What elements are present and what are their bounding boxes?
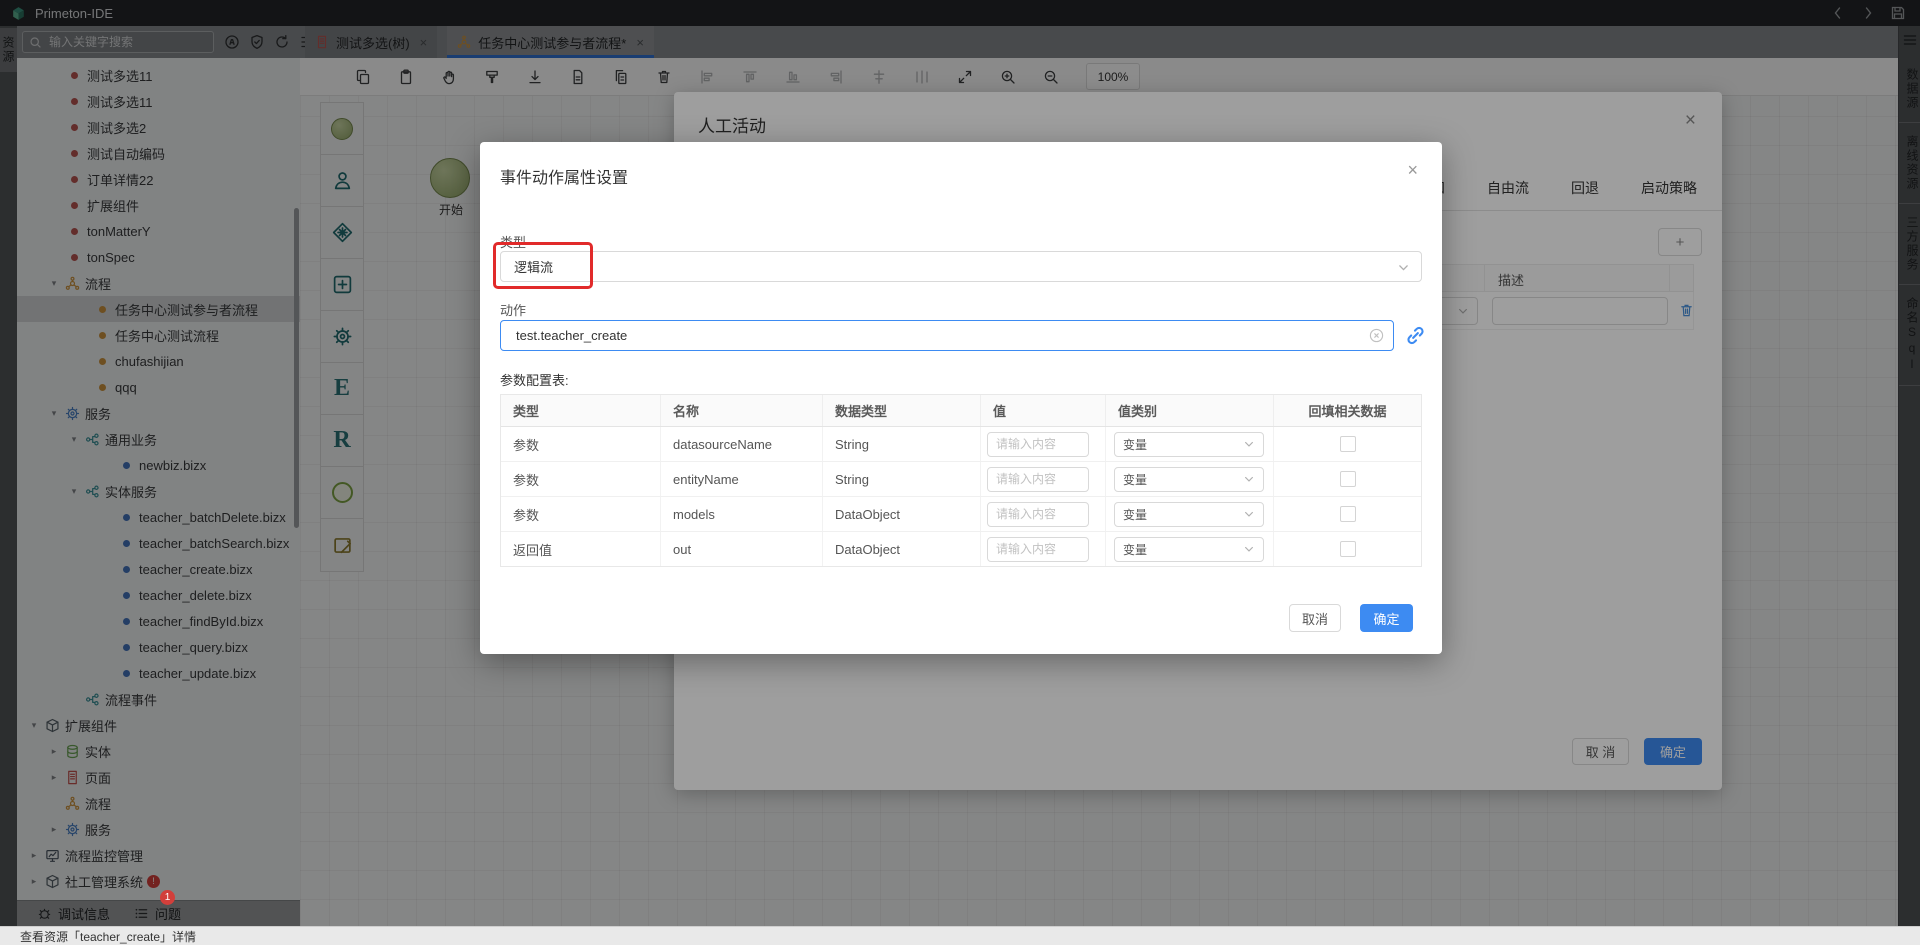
param-table-row: 参数modelsDataObject 变量 xyxy=(501,497,1421,532)
value-kind-value: 变量 xyxy=(1123,541,1147,558)
dialog-tabs: 通知自由流回退启动策略 xyxy=(1417,178,1697,198)
dialog-cancel-button[interactable]: 取 消 xyxy=(1572,738,1629,765)
action-label: 动作 xyxy=(500,300,526,319)
value-kind-value: 变量 xyxy=(1123,436,1147,453)
cell-value xyxy=(981,427,1106,461)
value-kind-value: 变量 xyxy=(1123,506,1147,523)
param-table-title: 参数配置表: xyxy=(500,370,569,389)
dialog-title: 人工活动 xyxy=(698,112,766,137)
cell-type: 参数 xyxy=(501,462,661,496)
event-action-modal: 事件动作属性设置 × 类型 逻辑流 动作 参数配置表: 类型名称数据类型值值类别… xyxy=(480,142,1442,654)
clear-input-icon[interactable] xyxy=(1369,328,1384,343)
chevron-down-icon xyxy=(1243,438,1255,450)
param-table-row: 参数datasourceNameString 变量 xyxy=(501,427,1421,462)
value-kind-select[interactable]: 变量 xyxy=(1114,537,1264,562)
cell-name: datasourceName xyxy=(661,427,823,461)
param-table-row: 返回值outDataObject 变量 xyxy=(501,532,1421,566)
cell-data_type: String xyxy=(823,462,981,496)
param-table-row: 参数entityNameString 变量 xyxy=(501,462,1421,497)
type-select[interactable]: 逻辑流 xyxy=(500,251,1422,282)
cell-name: entityName xyxy=(661,462,823,496)
cell-value xyxy=(981,497,1106,531)
value-kind-select[interactable]: 变量 xyxy=(1114,467,1264,492)
modal-ok-button[interactable]: 确定 xyxy=(1360,604,1413,632)
dialog-tab-3[interactable]: 回退 xyxy=(1571,178,1599,198)
cell-data_type: String xyxy=(823,427,981,461)
column-header: 数据类型 xyxy=(823,395,981,426)
cell-value xyxy=(981,532,1106,566)
column-header: 名称 xyxy=(661,395,823,426)
backfill-checkbox[interactable] xyxy=(1340,541,1356,557)
chevron-down-icon xyxy=(1457,305,1469,317)
param-table-header: 类型名称数据类型值值类别回填相关数据 xyxy=(501,395,1421,427)
dialog-tab-4[interactable]: 启动策略 xyxy=(1641,178,1697,198)
cell-data_type: DataObject xyxy=(823,497,981,531)
cell-data_type: DataObject xyxy=(823,532,981,566)
chevron-down-icon xyxy=(1243,508,1255,520)
cell-backfill xyxy=(1274,462,1421,496)
cell-value-kind: 变量 xyxy=(1106,532,1274,566)
cell-backfill xyxy=(1274,497,1421,531)
problems-count-badge: 1 xyxy=(160,890,175,905)
column-header: 值类别 xyxy=(1106,395,1274,426)
value-kind-select[interactable]: 变量 xyxy=(1114,432,1264,457)
column-header: 类型 xyxy=(501,395,661,426)
column-header: 值 xyxy=(981,395,1106,426)
backfill-checkbox[interactable] xyxy=(1340,436,1356,452)
backfill-checkbox[interactable] xyxy=(1340,471,1356,487)
value-kind-value: 变量 xyxy=(1123,471,1147,488)
delete-row-icon[interactable] xyxy=(1679,303,1694,318)
modal-cancel-button[interactable]: 取消 xyxy=(1289,604,1341,632)
description-column-header: 描述 xyxy=(1498,270,1524,289)
description-input[interactable] xyxy=(1492,297,1668,325)
modal-title: 事件动作属性设置 xyxy=(500,164,628,188)
cell-backfill xyxy=(1274,427,1421,461)
value-kind-select[interactable]: 变量 xyxy=(1114,502,1264,527)
cell-value-kind: 变量 xyxy=(1106,497,1274,531)
action-input[interactable] xyxy=(514,327,1380,344)
cell-type: 返回值 xyxy=(501,532,661,566)
value-input[interactable] xyxy=(987,502,1089,527)
dialog-close-icon[interactable]: × xyxy=(1685,110,1696,132)
value-input[interactable] xyxy=(987,467,1089,492)
cell-name: models xyxy=(661,497,823,531)
cell-name: out xyxy=(661,532,823,566)
status-bar: 查看资源「teacher_create」详情 xyxy=(0,926,1920,945)
backfill-checkbox[interactable] xyxy=(1340,506,1356,522)
value-input[interactable] xyxy=(987,432,1089,457)
modal-close-icon[interactable]: × xyxy=(1407,160,1418,181)
cell-type: 参数 xyxy=(501,427,661,461)
chevron-down-icon xyxy=(1243,473,1255,485)
cell-value-kind: 变量 xyxy=(1106,462,1274,496)
cell-backfill xyxy=(1274,532,1421,566)
status-text: 查看资源「teacher_create」详情 xyxy=(20,928,196,945)
value-input[interactable] xyxy=(987,537,1089,562)
link-action-icon[interactable] xyxy=(1405,325,1426,346)
dialog-ok-button[interactable]: 确定 xyxy=(1644,738,1702,765)
param-table: 类型名称数据类型值值类别回填相关数据参数datasourceNameString… xyxy=(500,394,1422,567)
red-annotation-box xyxy=(493,242,593,289)
add-row-button[interactable]: + xyxy=(1658,228,1702,256)
cell-type: 参数 xyxy=(501,497,661,531)
column-header: 回填相关数据 xyxy=(1274,395,1421,426)
cell-value xyxy=(981,462,1106,496)
cell-value-kind: 变量 xyxy=(1106,427,1274,461)
action-input-wrap xyxy=(500,320,1394,351)
chevron-down-icon xyxy=(1243,543,1255,555)
primeton-ide-window: Primeton-IDE 测试多选(树)×任务中心测试参与者流程*× 资源 测试… xyxy=(0,0,1920,945)
dialog-tab-2[interactable]: 自由流 xyxy=(1487,178,1529,198)
chevron-down-icon xyxy=(1397,261,1410,274)
